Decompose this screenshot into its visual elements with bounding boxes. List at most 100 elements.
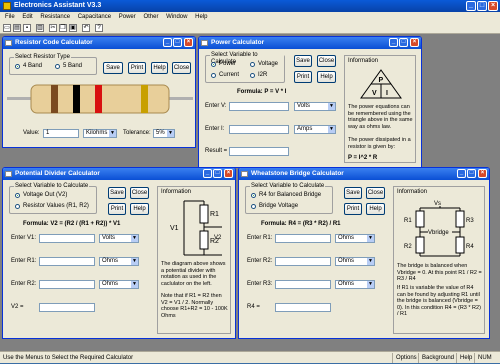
- diagram-r1: R1: [210, 211, 219, 218]
- save-button[interactable]: Save: [103, 62, 123, 74]
- help-button[interactable]: Help: [151, 62, 168, 74]
- save-icon[interactable]: ▪: [23, 24, 31, 32]
- window-icon: [201, 40, 208, 46]
- print-button[interactable]: Print: [108, 203, 126, 215]
- unit-select[interactable]: Kilohms ▼: [83, 129, 117, 138]
- current-radio[interactable]: [211, 73, 216, 78]
- value-label: Value:: [23, 130, 40, 136]
- r2-input[interactable]: [39, 280, 95, 289]
- close-window-button[interactable]: ×: [410, 38, 419, 47]
- i-unit-select[interactable]: Amps ▼: [294, 125, 336, 134]
- r4-radio[interactable]: [251, 193, 256, 198]
- v1-input[interactable]: [39, 234, 95, 243]
- r2-unit-select[interactable]: Ohms ▼: [335, 257, 375, 266]
- help-icon[interactable]: ?: [95, 24, 103, 32]
- enter-r1-label: Enter R1:: [11, 258, 37, 264]
- power-radio[interactable]: [211, 62, 216, 67]
- tolerance-select[interactable]: 5% ▼: [153, 129, 175, 138]
- r1-unit-select[interactable]: Ohms ▼: [99, 257, 139, 266]
- copy-icon[interactable]: ❐: [59, 24, 67, 32]
- chevron-down-icon: ▼: [328, 126, 335, 133]
- v1-unit-select[interactable]: Volts ▼: [99, 234, 139, 243]
- menu-resistance[interactable]: Resistance: [40, 14, 70, 20]
- maximize-button[interactable]: □: [399, 38, 408, 47]
- resistor-values-radio[interactable]: [15, 204, 20, 209]
- print-icon[interactable]: ▥: [36, 24, 44, 32]
- menu-edit[interactable]: Edit: [22, 14, 32, 20]
- r3-unit-select[interactable]: Ohms ▼: [335, 280, 375, 289]
- r1-resistor: [415, 210, 425, 228]
- r2-resistor: [199, 230, 209, 250]
- open-icon[interactable]: ▤: [13, 24, 21, 32]
- print-button[interactable]: Print: [128, 62, 146, 74]
- minimize-button[interactable]: _: [466, 1, 476, 11]
- voltage-radio[interactable]: [250, 62, 255, 67]
- power-calculator-window: Power Calculator _ □ × Select Variable t…: [198, 36, 422, 168]
- close-window-button[interactable]: ×: [478, 169, 487, 178]
- r2-unit-value: Ohms: [102, 281, 119, 287]
- v2-output: [39, 303, 95, 312]
- paste-icon[interactable]: ▣: [69, 24, 77, 32]
- menu-window[interactable]: Window: [166, 14, 187, 20]
- close-button[interactable]: Close: [317, 55, 336, 67]
- help-button[interactable]: Help: [366, 203, 385, 215]
- minimize-button[interactable]: _: [203, 169, 212, 178]
- result-output: [229, 147, 289, 156]
- maximize-button[interactable]: □: [173, 38, 182, 47]
- info-formula: P = I^2 * R: [348, 155, 378, 161]
- close-button[interactable]: Close: [366, 187, 385, 199]
- voltage-option-label: Voltage: [258, 61, 279, 67]
- minimize-button[interactable]: _: [389, 38, 398, 47]
- menu-help[interactable]: Help: [195, 14, 207, 20]
- close-button[interactable]: Close: [172, 62, 191, 74]
- v-unit-select[interactable]: Volts ▼: [294, 102, 336, 111]
- info-text: The power equations can be remembered us…: [348, 104, 413, 130]
- band4-radio[interactable]: [15, 64, 20, 69]
- r1-input[interactable]: [39, 257, 95, 266]
- print-button[interactable]: Print: [294, 71, 312, 83]
- r1-unit-select[interactable]: Ohms ▼: [335, 234, 375, 243]
- i-input[interactable]: [229, 125, 289, 134]
- enter-r2-label: Enter R2:: [247, 258, 273, 264]
- menu-other[interactable]: Other: [143, 14, 158, 20]
- save-button[interactable]: Save: [344, 187, 362, 199]
- r2-input[interactable]: [275, 257, 331, 266]
- close-window-button[interactable]: ×: [224, 169, 233, 178]
- bridge-voltage-radio[interactable]: [251, 204, 256, 209]
- new-icon[interactable]: ▭: [3, 24, 11, 32]
- cut-icon[interactable]: ✂: [49, 24, 57, 32]
- save-button[interactable]: Save: [108, 187, 126, 199]
- i2r-radio[interactable]: [250, 73, 255, 78]
- band5-radio[interactable]: [55, 64, 60, 69]
- r1-input[interactable]: [275, 234, 331, 243]
- maximize-button[interactable]: □: [467, 169, 476, 178]
- minimize-button[interactable]: _: [163, 38, 172, 47]
- r4-resistor: [455, 236, 465, 254]
- close-window-button[interactable]: ×: [184, 38, 193, 47]
- close-button[interactable]: Close: [130, 187, 149, 199]
- maximize-button[interactable]: □: [213, 169, 222, 178]
- r3-input[interactable]: [275, 280, 331, 289]
- voltage-out-label: Voltage Out (V2): [23, 192, 68, 198]
- close-button[interactable]: ×: [488, 1, 498, 11]
- undo-icon[interactable]: ↶: [82, 24, 90, 32]
- help-button[interactable]: Help: [317, 71, 336, 83]
- menu-capacitance[interactable]: Capacitance: [78, 14, 111, 20]
- menu-file[interactable]: File: [5, 14, 15, 20]
- help-button[interactable]: Help: [130, 203, 149, 215]
- info-label: Information: [161, 189, 192, 195]
- minimize-button[interactable]: _: [457, 169, 466, 178]
- resistor-values-label: Resistor Values (R1, R2): [23, 203, 89, 209]
- voltage-out-radio[interactable]: [15, 193, 20, 198]
- v-input[interactable]: [229, 102, 289, 111]
- value-input[interactable]: 1: [43, 129, 79, 138]
- maximize-button[interactable]: □: [477, 1, 487, 11]
- bridge-info-panel: Information Vs Vbridge R1 R2 R3 R4 The b…: [393, 186, 485, 334]
- group-label: Select Variable to Calculate: [14, 183, 90, 190]
- print-button[interactable]: Print: [344, 203, 362, 215]
- power-formula: Formula: P = V * I: [237, 89, 287, 95]
- save-button[interactable]: Save: [294, 55, 312, 67]
- menu-power[interactable]: Power: [119, 14, 136, 20]
- app-title: Electronics Assistant V3.3: [14, 2, 102, 9]
- r2-unit-select[interactable]: Ohms ▼: [99, 280, 139, 289]
